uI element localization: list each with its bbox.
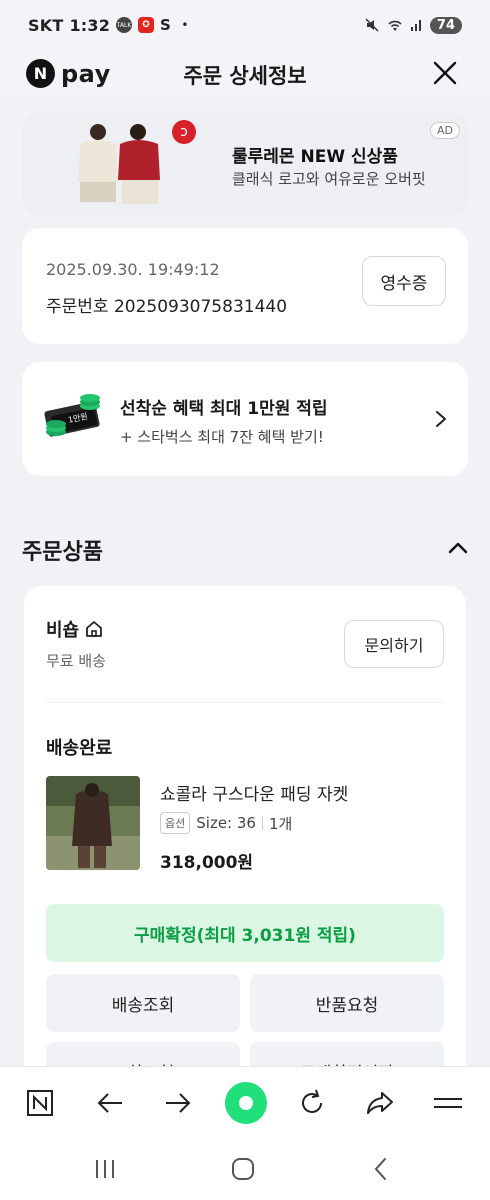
- ad-badge: AD: [430, 122, 460, 139]
- system-navigation-bar: [0, 1138, 490, 1200]
- mute-icon: [365, 18, 379, 32]
- signal-icon: [410, 20, 421, 31]
- green-dot-home-icon[interactable]: [224, 1081, 268, 1125]
- ad-product-image: [66, 118, 166, 214]
- chevron-right-icon: [436, 411, 446, 427]
- more-notifications-icon: •: [181, 18, 189, 32]
- seller-store-link[interactable]: 비숍: [46, 616, 103, 642]
- order-number-label: 주문번호: [46, 297, 109, 317]
- order-number: 2025093075831440: [113, 297, 288, 317]
- status-bar: SKT 1:32 TALK ✪ S • 74: [0, 0, 490, 50]
- product-name[interactable]: 쇼콜라 구스다운 패딩 자켓: [160, 780, 348, 805]
- inquiry-button[interactable]: 문의하기: [344, 620, 444, 668]
- close-icon[interactable]: [430, 58, 460, 88]
- home-button-icon[interactable]: [228, 1156, 258, 1182]
- clock: 1:32: [69, 15, 111, 35]
- chevron-up-icon[interactable]: [448, 540, 468, 556]
- return-request-button[interactable]: 반품요청: [250, 974, 444, 1032]
- purchase-confirm-button[interactable]: 구매확정(최대 3,031원 적립): [46, 904, 444, 962]
- home-icon: [86, 621, 103, 637]
- wifi-icon: [388, 20, 402, 31]
- cash-coins-icon: 1만원: [44, 394, 100, 437]
- delivery-status: 배송완료: [46, 738, 113, 759]
- ordered-items-section-header[interactable]: 주문상품: [22, 534, 468, 568]
- naver-home-icon[interactable]: [22, 1085, 58, 1121]
- product-thumbnail[interactable]: [46, 776, 140, 870]
- promo-card[interactable]: 1만원 선착순 혜택 최대 1만원 적립 + 스타벅스 최대 7잔 혜택 받기!: [22, 362, 468, 476]
- lululemon-logo-icon: ↄ: [172, 120, 196, 144]
- order-product-card: 비숍 무료 배송 문의하기 배송완료 쇼콜라 구스다운 패딩 자켓 옵션 Siz…: [24, 586, 466, 1106]
- order-number-row: 주문번호 2025093075831440: [46, 292, 287, 317]
- option-separator: [261, 816, 263, 830]
- promo-title: 선착순 혜택 최대 1만원 적립: [120, 399, 328, 419]
- forward-arrow-icon[interactable]: [160, 1085, 196, 1121]
- receipt-button[interactable]: 영수증: [362, 256, 446, 306]
- track-delivery-button[interactable]: 배송조회: [46, 974, 240, 1032]
- section-title: 주문상품: [22, 540, 103, 565]
- option-size: Size: 36: [196, 814, 256, 832]
- order-datetime: 2025.09.30. 19:49:12: [46, 260, 220, 279]
- app-header: N pay 주문 상세정보: [0, 50, 490, 98]
- s-app-icon: S: [160, 16, 171, 34]
- refresh-icon[interactable]: [294, 1085, 330, 1121]
- back-button-icon[interactable]: [366, 1156, 396, 1182]
- share-icon[interactable]: [362, 1085, 398, 1121]
- kakaotalk-icon: TALK: [116, 17, 133, 33]
- divider: [46, 702, 444, 703]
- battery-indicator: 74: [429, 16, 462, 34]
- ad-banner[interactable]: ↄ 룰루레몬 NEW 신상품 클래식 로고와 여유로운 오버핏 AD: [22, 112, 468, 216]
- carrier-label: SKT: [28, 15, 64, 35]
- option-badge: 옵션: [160, 812, 191, 834]
- notification-app-icon: ✪: [138, 17, 155, 33]
- product-price: 318,000원: [160, 853, 254, 873]
- browser-toolbar: [0, 1066, 490, 1138]
- promo-subtitle: + 스타벅스 최대 7잔 혜택 받기!: [120, 428, 324, 446]
- shipping-fee: 무료 배송: [46, 652, 106, 670]
- menu-icon[interactable]: [430, 1085, 466, 1121]
- recent-apps-icon[interactable]: [90, 1156, 120, 1182]
- option-quantity: 1개: [268, 814, 293, 833]
- order-info-card: 2025.09.30. 19:49:12 주문번호 20250930758314…: [22, 228, 468, 344]
- product-options: 옵션 Size: 36 1개: [160, 812, 292, 834]
- ad-subtitle: 클래식 로고와 여유로운 오버핏: [232, 170, 426, 188]
- ad-title: 룰루레몬 NEW 신상품: [232, 147, 398, 167]
- seller-name: 비숍: [46, 620, 80, 641]
- page-title: 주문 상세정보: [183, 64, 307, 88]
- back-arrow-icon[interactable]: [92, 1085, 128, 1121]
